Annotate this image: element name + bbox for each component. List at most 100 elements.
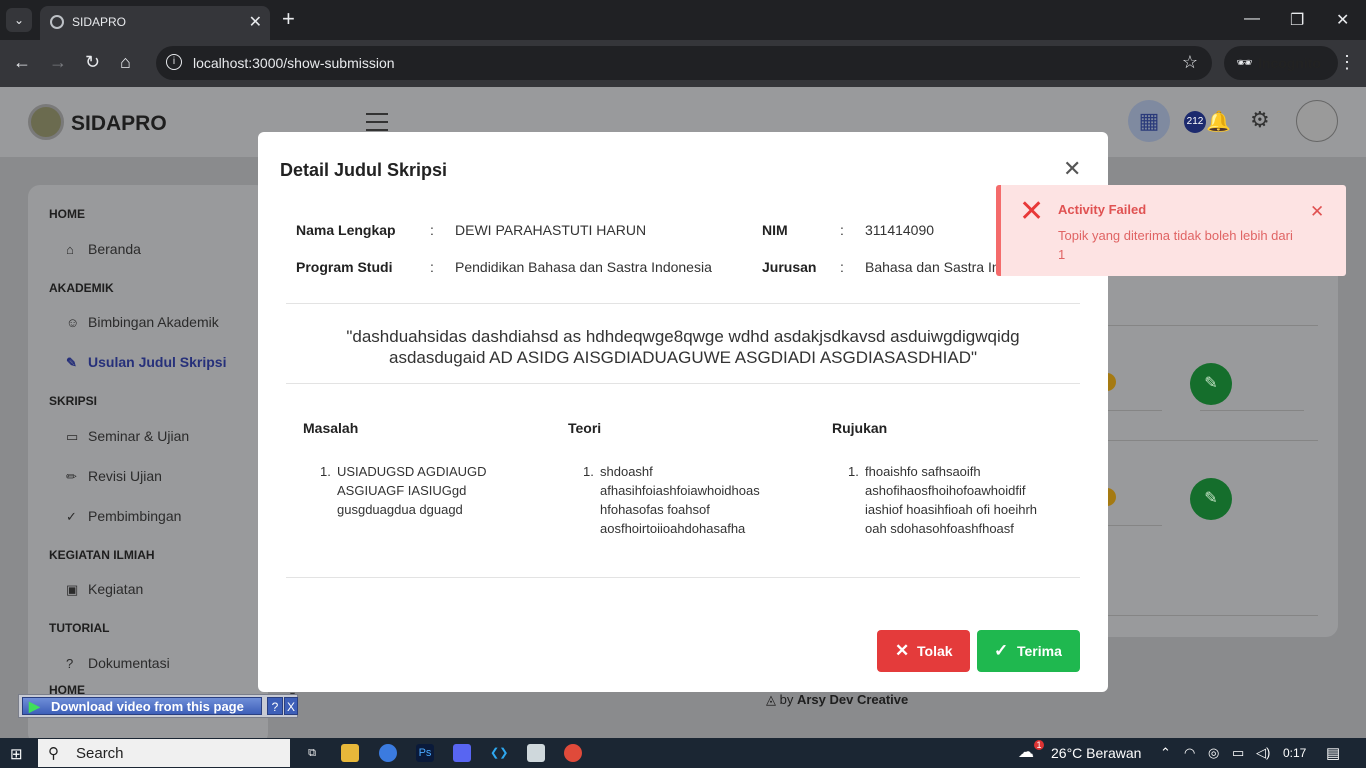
volume-icon[interactable]: ◁) — [1256, 745, 1270, 761]
separator: : — [430, 222, 434, 238]
x-icon: ✕ — [895, 641, 910, 660]
user-edit-icon: ✎ — [66, 355, 77, 370]
thesis-title-line: asdasdugaid AD ASIDG AISGDIADUAGUWE ASGD… — [388, 348, 978, 367]
taskbar: ⊞ ⚲ Search ⧉ Ps ❮❯ ☁ 1 26°C Berawan ⌃ ◠ … — [0, 738, 1366, 768]
discord-icon[interactable] — [453, 744, 471, 762]
sidebar-item-dokumentasi[interactable]: ? Dokumentasi — [66, 655, 170, 671]
new-tab-button[interactable]: + — [282, 8, 295, 30]
modal-close-icon[interactable]: ✕ — [1063, 156, 1081, 182]
file-explorer-icon[interactable] — [341, 744, 359, 762]
nama-label: Nama Lengkap — [296, 222, 396, 238]
jurusan-label: Jurusan — [762, 259, 817, 275]
meet-icon[interactable]: ◎ — [1208, 745, 1219, 761]
chrome-alt-icon[interactable] — [564, 744, 582, 762]
task-view-icon[interactable]: ⧉ — [303, 744, 321, 762]
tab-close-icon[interactable]: ✕ — [249, 12, 262, 32]
download-video-button[interactable]: ▶ Download video from this page — [22, 697, 262, 715]
footer-credit: ◬ by Arsy Dev Creative — [766, 692, 908, 708]
chrome-icon[interactable] — [379, 744, 397, 762]
reject-button[interactable]: ✕ Tolak — [877, 630, 970, 672]
sidebar-item-kegiatan[interactable]: ▣ Kegiatan — [66, 581, 143, 598]
sidebar-item-label: Pembimbingan — [88, 508, 182, 524]
divider — [1108, 440, 1318, 441]
network-icon[interactable]: ◠ — [1184, 745, 1195, 761]
separator: : — [430, 259, 434, 275]
weather-text[interactable]: 26°C Berawan — [1051, 745, 1141, 761]
gear-icon[interactable]: ⚙ — [1250, 107, 1270, 133]
briefcase-icon: ▣ — [66, 582, 79, 597]
incognito-icon: 🕶 — [1236, 55, 1253, 70]
back-icon[interactable]: ← — [13, 52, 31, 72]
action-center-icon[interactable]: ▤ — [1326, 744, 1340, 762]
masalah-heading: Masalah — [303, 420, 359, 436]
url-text[interactable]: localhost:3000/show-submission — [193, 55, 395, 71]
sidebar-item-label: Dokumentasi — [88, 655, 170, 671]
rujukan-heading: Rujukan — [832, 420, 888, 436]
sidebar-item-usulan-judul-skripsi[interactable]: ✎ Usulan Judul Skripsi — [66, 354, 226, 371]
sidebar-item-label: Usulan Judul Skripsi — [88, 354, 227, 370]
sidebar-item-beranda[interactable]: ⌂ Beranda — [66, 241, 141, 257]
minimize-icon[interactable]: — — [1244, 10, 1260, 28]
separator: : — [840, 222, 844, 238]
sidebar-item-pembimbingan[interactable]: ✓ Pembimbingan — [66, 508, 181, 525]
check-icon: ✓ — [66, 509, 77, 524]
sidebar-section-skripsi: SKRIPSI — [49, 394, 98, 408]
sidebar-item-bimbingan-akademik[interactable]: ☺ Bimbingan Akademik — [66, 314, 219, 330]
divider — [1108, 525, 1162, 526]
avatar[interactable] — [1296, 100, 1338, 142]
footer-logo-icon: ◬ — [766, 692, 780, 707]
nim-value: 311414090 — [865, 222, 935, 238]
sidebar-section-kegiatan-ilmiah: KEGIATAN ILMIAH — [49, 548, 155, 562]
bell-icon[interactable]: 🔔 — [1206, 109, 1231, 134]
app-brand: SIDAPRO — [71, 112, 167, 135]
site-info-icon[interactable]: i — [166, 54, 182, 70]
question-icon: ? — [66, 656, 74, 671]
battery-icon[interactable]: ▭ — [1232, 745, 1244, 761]
restore-icon[interactable]: ❐ — [1290, 10, 1304, 30]
sidebar-item-seminar-ujian[interactable]: ▭ Seminar & Ujian — [66, 428, 189, 445]
tray-chevron-icon[interactable]: ⌃ — [1160, 745, 1171, 761]
hamburger-menu-icon[interactable] — [366, 113, 388, 131]
separator: : — [840, 259, 844, 275]
search-icon: ⚲ — [48, 745, 59, 762]
apps-grid-icon[interactable]: ▦ — [1128, 100, 1170, 142]
browser-toolbar: ← → ↻ ⌂ i localhost:3000/show-submission… — [0, 40, 1366, 87]
edit-button[interactable]: ✎ — [1190, 478, 1232, 520]
incognito-indicator[interactable]: 🕶 Incognito — [1224, 46, 1338, 80]
clock[interactable]: 0:17 — [1283, 746, 1306, 760]
weather-icon[interactable]: ☁ — [1018, 742, 1034, 762]
home-icon[interactable]: ⌂ — [120, 52, 131, 72]
download-video-bar: ▶ Download video from this page ? X — [18, 694, 298, 718]
notification-count-badge: 212 — [1184, 111, 1206, 133]
sidebar-section-tutorial: TUTORIAL — [49, 621, 110, 635]
browser-tabbar: ⌄ SIDAPRO ✕ + — ❐ ✕ — [0, 0, 1366, 40]
download-close-button[interactable]: X — [284, 697, 298, 715]
window-close-icon[interactable]: ✕ — [1336, 10, 1349, 30]
browser-menu-icon[interactable]: ⋮ — [1338, 52, 1356, 73]
edit-button[interactable]: ✎ — [1190, 363, 1232, 405]
sidebar-section-akademik: AKADEMIK — [49, 281, 114, 295]
vscode-icon[interactable]: ❮❯ — [490, 744, 508, 762]
tab-search-button[interactable]: ⌄ — [6, 8, 32, 32]
download-help-button[interactable]: ? — [267, 697, 283, 715]
taskbar-search[interactable]: ⚲ Search — [38, 739, 290, 767]
divider — [286, 383, 1080, 384]
photoshop-icon[interactable]: Ps — [416, 744, 434, 762]
toast-close-icon[interactable]: ✕ — [1310, 202, 1324, 222]
weather-badge: 1 — [1034, 740, 1044, 750]
windows-start-icon[interactable]: ⊞ — [10, 745, 23, 763]
browser-tab[interactable]: SIDAPRO ✕ — [40, 6, 270, 40]
sidebar-item-revisi-ujian[interactable]: ✏ Revisi Ujian — [66, 468, 162, 485]
sidebar-item-label: Bimbingan Akademik — [88, 314, 219, 330]
reload-icon[interactable]: ↻ — [85, 52, 100, 72]
bookmark-star-icon[interactable]: ☆ — [1182, 52, 1198, 73]
notepad-icon[interactable] — [527, 744, 545, 762]
list-number: 1. — [848, 464, 859, 479]
error-x-icon: ✕ — [1019, 195, 1045, 228]
error-toast: ✕ Activity Failed Topik yang diterima ti… — [996, 185, 1346, 276]
footer-by: by — [779, 692, 794, 707]
forward-icon[interactable]: → — [49, 52, 67, 72]
accept-button[interactable]: ✓ Terima — [977, 630, 1080, 672]
accept-label: Terima — [1017, 643, 1062, 659]
address-bar[interactable]: i localhost:3000/show-submission ☆ — [156, 46, 1212, 80]
